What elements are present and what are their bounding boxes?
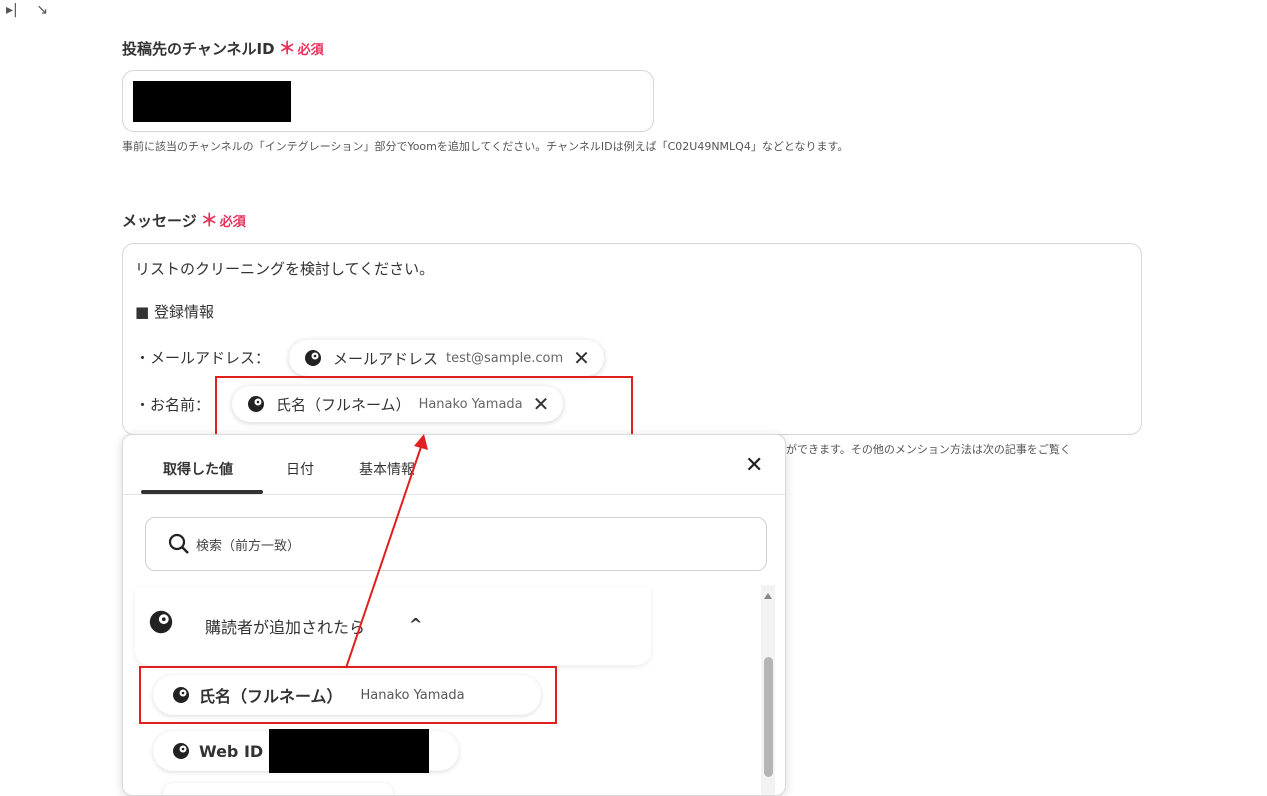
- annotation-arrow: [345, 434, 428, 669]
- list-item-partial: [163, 783, 393, 795]
